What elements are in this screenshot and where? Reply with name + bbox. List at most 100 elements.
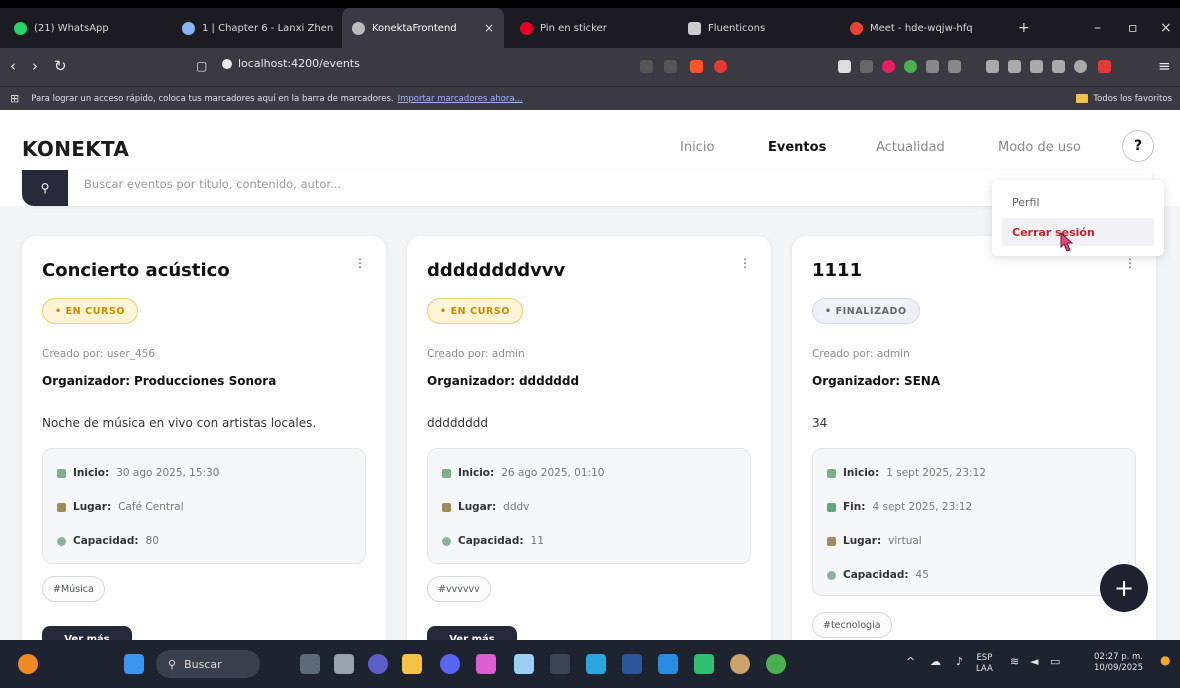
taskbar-search[interactable]: ⚲ Buscar <box>156 650 260 678</box>
teams-icon[interactable] <box>368 654 388 674</box>
app-icon[interactable] <box>586 654 606 674</box>
forward-icon[interactable]: › <box>32 57 38 75</box>
tray-expand-icon[interactable]: ^ <box>906 656 915 667</box>
menu-icon[interactable]: ≡ <box>1158 57 1171 75</box>
extension-icon[interactable] <box>926 60 939 73</box>
extension-icon[interactable] <box>1098 60 1111 73</box>
vscode-icon[interactable] <box>658 654 678 674</box>
event-tag[interactable]: #Música <box>42 576 105 602</box>
tab-konekta[interactable]: KonektaFrontend × <box>342 8 504 48</box>
search-button[interactable]: ⚲ <box>22 170 68 206</box>
app-icon[interactable] <box>334 654 354 674</box>
app-icon[interactable] <box>694 654 714 674</box>
nav-eventos[interactable]: Eventos <box>768 140 826 155</box>
notification-icon[interactable]: ● <box>1160 654 1170 666</box>
maximize-icon[interactable]: ▫ <box>1128 8 1138 48</box>
clock[interactable]: 02:27 p. m. 10/09/2025 <box>1094 652 1143 674</box>
info-value: dddv <box>503 501 530 513</box>
all-favorites[interactable]: Todos los favoritos <box>1076 94 1172 104</box>
file-explorer-icon[interactable] <box>402 654 422 674</box>
url-field[interactable]: localhost:4200/events <box>222 57 360 70</box>
wifi-icon[interactable]: ≋ <box>1010 656 1019 667</box>
app-logo[interactable]: KONEKTA <box>22 137 129 161</box>
apps-icon[interactable]: ⊞ <box>10 92 19 105</box>
sidebar-icon[interactable] <box>1008 60 1021 73</box>
extension-icon[interactable] <box>838 60 851 73</box>
search-input[interactable]: Buscar eventos por título, contenido, au… <box>84 177 341 191</box>
info-row: Inicio: 1 sept 2025, 23:12 <box>827 467 986 479</box>
nav-modo-de-uso[interactable]: Modo de uso <box>998 140 1081 155</box>
discord-icon[interactable] <box>440 654 460 674</box>
audio-icon <box>182 21 195 35</box>
event-tag[interactable]: #tecnologia <box>812 612 892 638</box>
address-bar-row: ‹ › ↻ ▢ localhost:4200/events ≡ <box>0 48 1180 86</box>
vpn-icon[interactable] <box>1074 60 1087 73</box>
bookmark-icon[interactable]: ▢ <box>196 59 207 73</box>
event-title: Concierto acústico <box>42 260 230 281</box>
share-icon[interactable] <box>664 60 677 73</box>
close-window-icon[interactable]: × <box>1160 8 1172 48</box>
user-dropdown-menu: Perfil Cerrar sesión <box>992 180 1164 256</box>
location-icon <box>827 536 836 546</box>
nav-inicio[interactable]: Inicio <box>680 140 714 155</box>
brave-shield-icon[interactable] <box>690 60 703 73</box>
add-event-button[interactable]: + <box>1100 564 1148 612</box>
volume-icon[interactable]: ◄ <box>1030 656 1038 667</box>
start-icon[interactable] <box>124 654 144 674</box>
status-badge: • EN CURSO <box>427 298 524 324</box>
mic-icon[interactable]: ♪ <box>956 656 963 667</box>
translate-icon[interactable] <box>640 60 653 73</box>
back-icon[interactable]: ‹ <box>10 57 16 75</box>
help-button[interactable]: ? <box>1122 130 1154 162</box>
extension-icon[interactable] <box>904 60 917 73</box>
word-icon[interactable] <box>622 654 642 674</box>
app-icon[interactable] <box>730 654 750 674</box>
cloud-icon[interactable]: ☁ <box>930 656 941 667</box>
more-options-icon[interactable]: ⋮ <box>1124 256 1136 270</box>
battery-icon[interactable]: ▭ <box>1050 656 1060 667</box>
menu-item-perfil[interactable]: Perfil <box>1002 188 1154 216</box>
tab-whatsapp[interactable]: (21) WhatsApp <box>4 8 164 48</box>
folder-icon <box>1076 94 1089 103</box>
menu-item-cerrar-sesion[interactable]: Cerrar sesión <box>1002 218 1154 246</box>
info-row: Capacidad: 45 <box>827 569 929 581</box>
tab-chapter[interactable]: 1 | Chapter 6 - Lanxi Zhen <box>172 8 340 48</box>
leo-icon[interactable] <box>1052 60 1065 73</box>
import-bookmarks-link[interactable]: Importar marcadores ahora... <box>398 94 523 104</box>
language-indicator[interactable]: ESP LAA <box>976 653 993 675</box>
nav-actualidad[interactable]: Actualidad <box>876 140 945 155</box>
tab-fluenticons[interactable]: Fluenticons <box>678 8 828 48</box>
more-options-icon[interactable]: ⋮ <box>354 256 366 270</box>
clock-date: 10/09/2025 <box>1094 663 1143 673</box>
tab-pinterest[interactable]: Pin en sticker <box>510 8 670 48</box>
extension-icon[interactable] <box>860 60 873 73</box>
event-tag[interactable]: #vvvvvv <box>427 576 491 602</box>
event-creator: Creado por: admin <box>427 348 525 360</box>
site-info-icon[interactable] <box>222 58 232 69</box>
info-label: Lugar: <box>458 501 497 513</box>
all-favorites-label: Todos los favoritos <box>1093 93 1172 104</box>
wallet-icon[interactable] <box>1030 60 1043 73</box>
brave-rewards-icon[interactable] <box>714 60 727 73</box>
new-tab-button[interactable]: + <box>1018 8 1030 48</box>
task-view-icon[interactable] <box>300 654 320 674</box>
app-icon[interactable] <box>550 654 570 674</box>
download-icon[interactable] <box>986 60 999 73</box>
tab-meet[interactable]: Meet - hde-wqjw-hfq <box>840 8 1000 48</box>
whatsapp-icon <box>14 21 27 35</box>
widgets-icon[interactable] <box>18 654 38 674</box>
extension-icon[interactable] <box>882 60 895 73</box>
info-value: virtual <box>888 535 922 547</box>
extension-icon[interactable] <box>948 60 961 73</box>
app-icon[interactable] <box>514 654 534 674</box>
reload-icon[interactable]: ↻ <box>54 57 67 75</box>
status-badge: • EN CURSO <box>42 298 139 324</box>
event-description: dddddddd <box>427 416 488 430</box>
more-options-icon[interactable]: ⋮ <box>739 256 751 270</box>
bookmarks-bar: ⊞ Para lograr un acceso rápido, coloca t… <box>0 86 1180 110</box>
calendar-icon <box>57 468 66 478</box>
close-tab-icon[interactable]: × <box>484 21 494 35</box>
app-icon[interactable] <box>766 654 786 674</box>
minimize-icon[interactable]: – <box>1094 8 1101 48</box>
app-icon[interactable] <box>476 654 496 674</box>
